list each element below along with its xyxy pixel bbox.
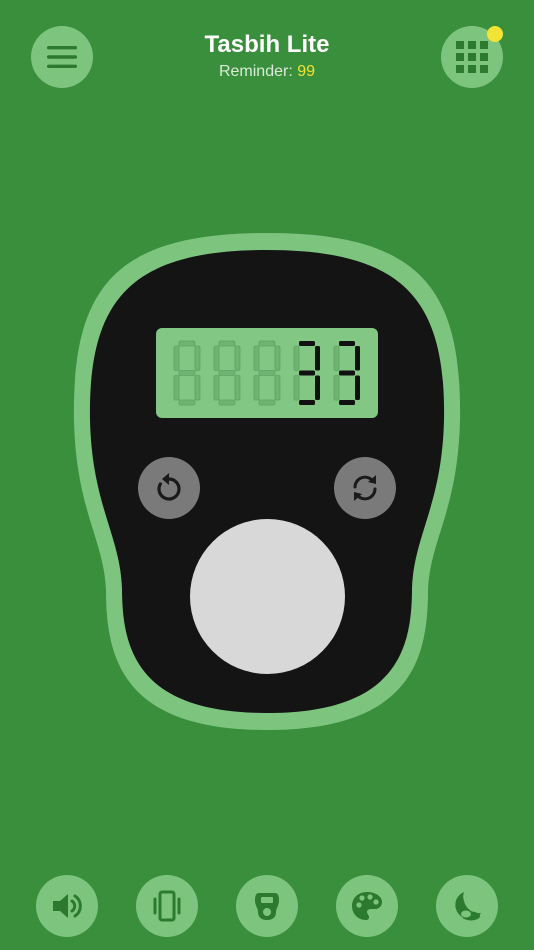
lcd-digit-2-segment-f	[253, 345, 260, 371]
theme-button[interactable]	[336, 875, 398, 937]
reset-button[interactable]	[138, 457, 200, 519]
lcd-digit-2-segment-a	[258, 340, 276, 347]
lcd-digit-1-segment-c	[234, 375, 241, 401]
tasbih-counter-device	[73, 233, 461, 730]
lcd-digit-2-segment-b	[274, 345, 281, 371]
volume-icon	[53, 894, 82, 918]
sound-toggle-button[interactable]	[36, 875, 98, 937]
lcd-digit-3-segment-f	[293, 345, 300, 371]
palette-icon	[352, 892, 382, 920]
night-mode-icon	[455, 892, 481, 921]
counter-display: 00033	[156, 328, 378, 418]
lcd-digit-0-segment-d	[178, 399, 196, 406]
lcd-digit-4-segment-e	[333, 375, 340, 401]
lcd-digit-3-segment-e	[293, 375, 300, 401]
count-tap-button[interactable]	[190, 519, 345, 674]
lcd-digit-2-segment-g	[258, 370, 276, 376]
lcd-digit-2-segment-e	[253, 375, 260, 401]
lcd-digit-4-segment-f	[333, 345, 340, 371]
cycle-button[interactable]	[334, 457, 396, 519]
lcd-digit-0-segment-f	[173, 345, 180, 371]
lcd-digit-4-segment-a	[339, 341, 355, 346]
vibration-icon	[153, 890, 181, 922]
lcd-digit-4-segment-c	[355, 375, 360, 400]
cycle-icon	[353, 475, 377, 501]
lcd-digit-3-segment-b	[315, 346, 320, 371]
lcd-digit-1-segment-d	[218, 399, 236, 406]
lcd-digit-1-segment-a	[218, 340, 236, 347]
lcd-digit-4-segment-g	[339, 370, 355, 376]
lcd-digit-3-segment-d	[299, 400, 315, 405]
lcd-digit-1-segment-f	[213, 345, 220, 371]
lcd-digit-2-segment-d	[258, 399, 276, 406]
lcd-digit-1-segment-g	[218, 370, 236, 376]
lcd-digit-0-segment-c	[194, 375, 201, 401]
lcd-digit-4-segment-b	[355, 346, 360, 371]
lcd-digit-3-segment-a	[299, 341, 315, 346]
counter-digits	[173, 340, 360, 406]
lcd-digit-4-segment-d	[339, 400, 355, 405]
lcd-digit-3-segment-g	[299, 370, 315, 376]
counter-device-icon	[255, 893, 279, 920]
night-mode-button[interactable]	[436, 875, 498, 937]
lcd-digit-2-segment-c	[274, 375, 281, 401]
vibration-toggle-button[interactable]	[136, 875, 198, 937]
lcd-digit-0-segment-e	[173, 375, 180, 401]
lcd-digit-0-segment-a	[178, 340, 196, 347]
lcd-digit-1-segment-e	[213, 375, 220, 401]
lcd-digit-0-segment-b	[194, 345, 201, 371]
lcd-digit-0-segment-g	[178, 370, 196, 376]
lcd-digit-3-segment-c	[315, 375, 320, 400]
counter-mode-button[interactable]	[236, 875, 298, 937]
reset-icon	[157, 473, 181, 501]
lcd-digit-1-segment-b	[234, 345, 241, 371]
